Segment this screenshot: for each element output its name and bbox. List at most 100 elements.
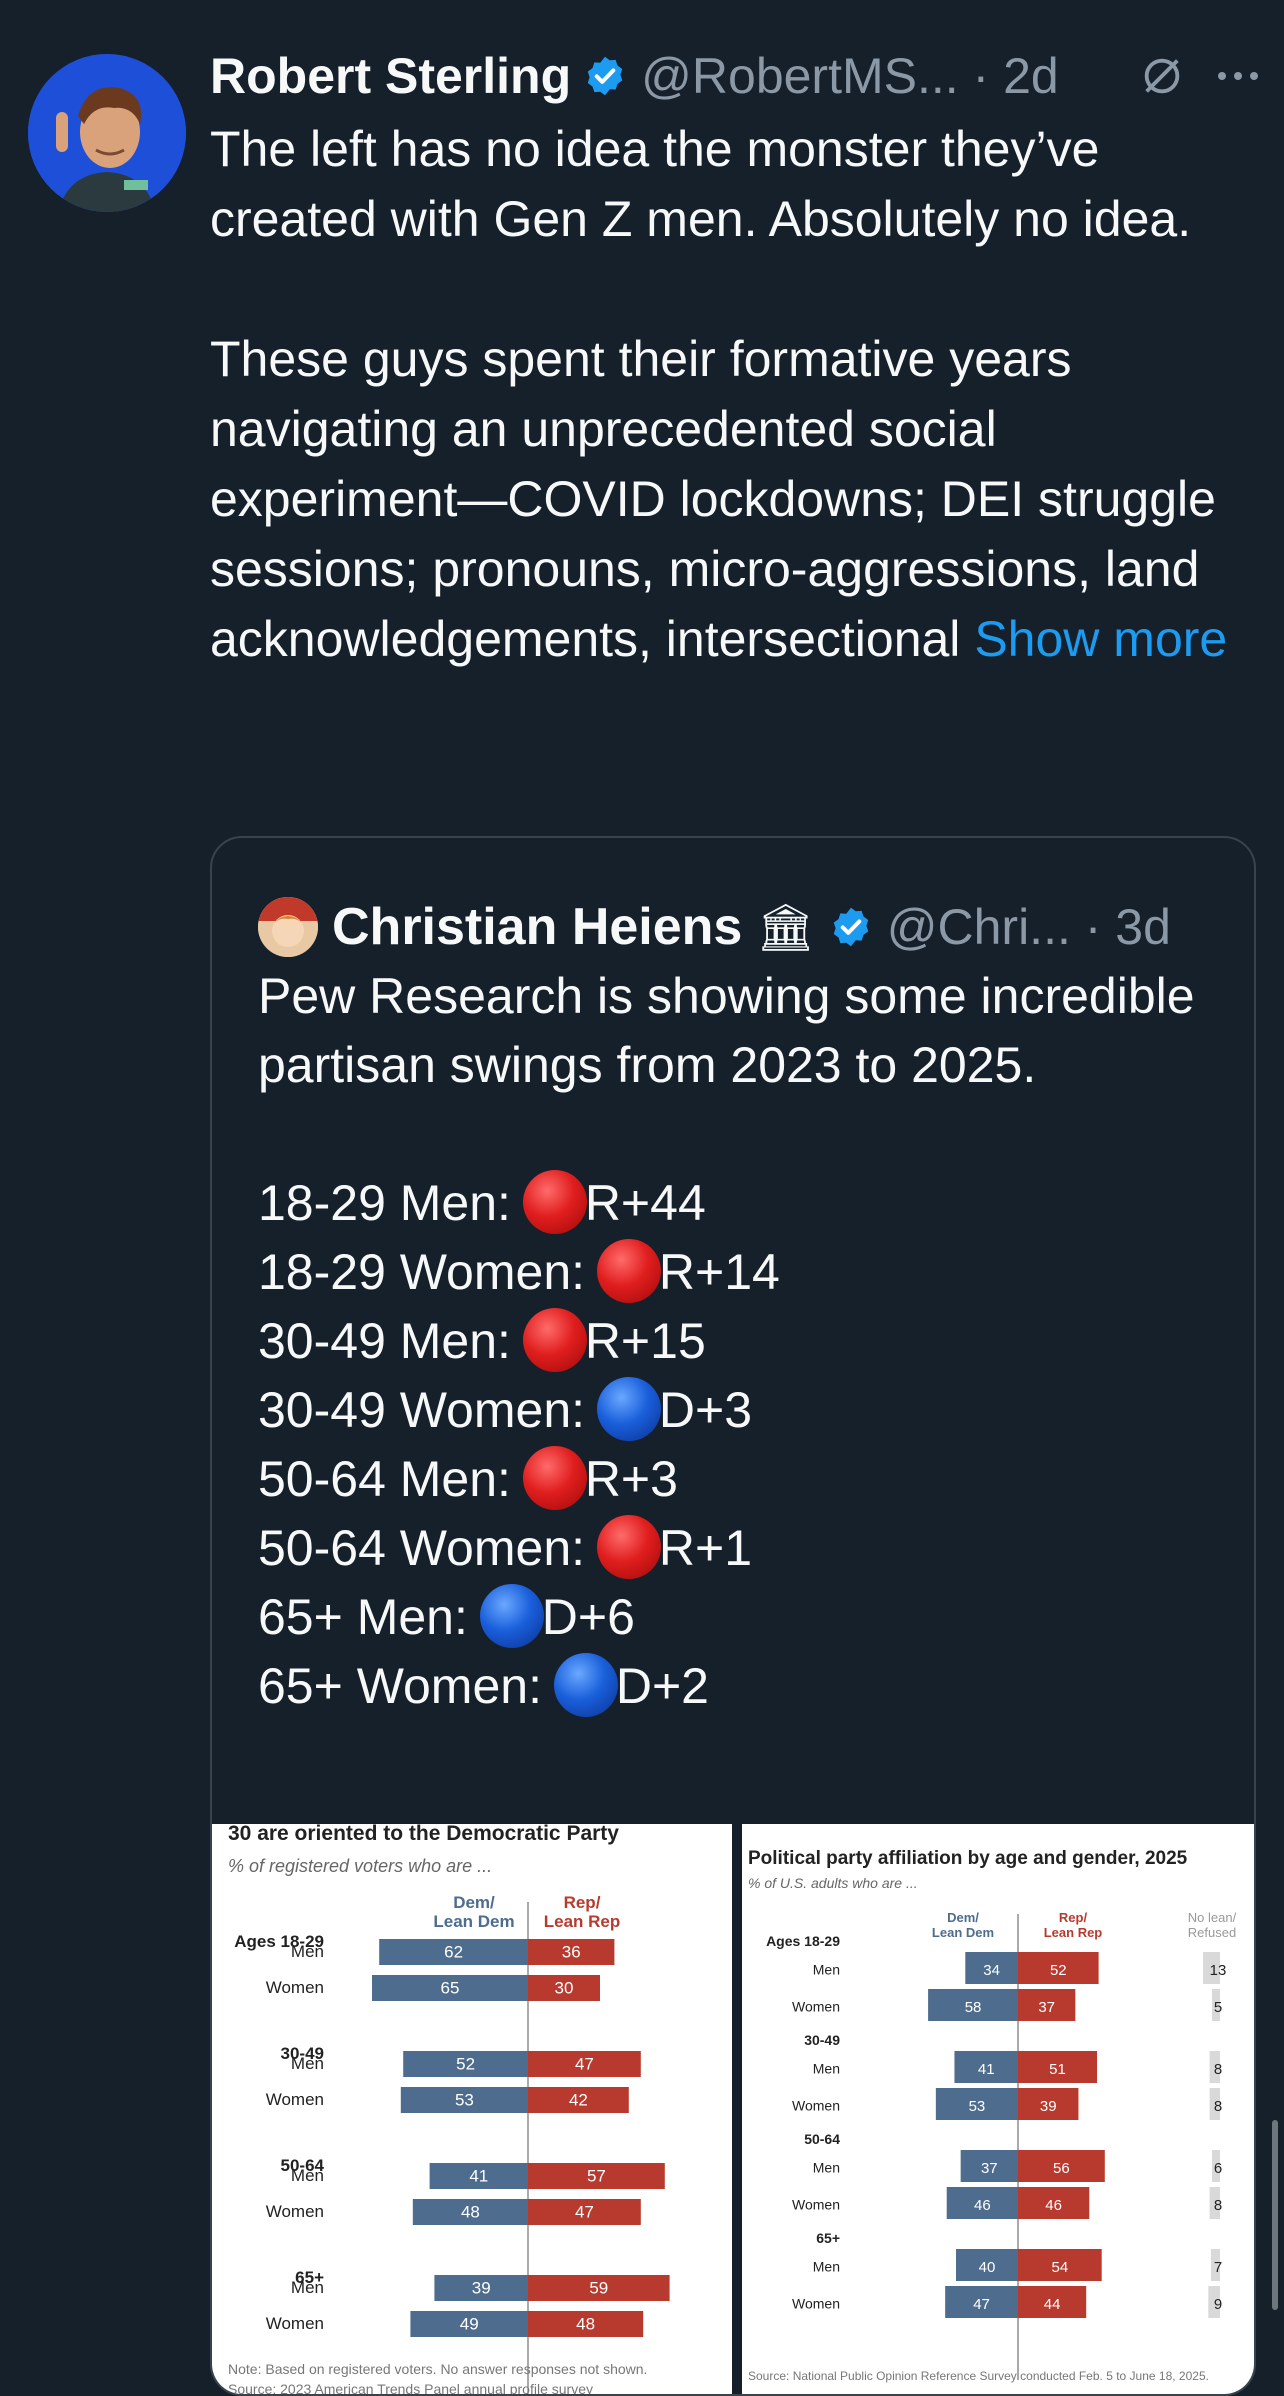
bar-dem-label: 41 xyxy=(469,2167,488,2186)
swing-value: D+3 xyxy=(658,1382,753,1438)
quoted-author-avatar[interactable] xyxy=(258,897,318,957)
swing-line: 30-49 Men: R+15 xyxy=(258,1307,1228,1376)
bar-no-lean-label: 8 xyxy=(1214,2098,1222,2115)
bar-rep-label: 44 xyxy=(1044,2296,1061,2313)
swing-list: 18-29 Men: R+44 18-29 Women: R+14 30-49 Me… xyxy=(258,1169,1228,1721)
bar-dem-label: 62 xyxy=(444,1943,463,1962)
bar-dem-label: 37 xyxy=(981,2160,998,2177)
bar-rep-label: 39 xyxy=(1040,2098,1057,2115)
bar-rep-label: 37 xyxy=(1038,1999,1055,2016)
group-label: 65+ xyxy=(816,2230,840,2246)
bar-dem-label: 53 xyxy=(969,2098,986,2115)
legend-dem: Lean Dem xyxy=(932,1925,994,1940)
chart-image-2025[interactable]: Political party affiliation by age and g… xyxy=(742,1824,1254,2394)
category-label: Men xyxy=(291,2054,324,2073)
bar-rep-label: 56 xyxy=(1053,2160,1070,2177)
legend-dem: Dem/ xyxy=(947,1910,979,1925)
bar-dem-label: 52 xyxy=(456,2055,475,2074)
chart-title: Political party affiliation by age and g… xyxy=(748,1848,1188,1869)
swing-line: 30-49 Women: D+3 xyxy=(258,1376,1228,1445)
chart-source: Source: 2023 American Trends Panel annua… xyxy=(228,2381,593,2396)
bar-rep-label: 48 xyxy=(576,2315,595,2334)
bar-rep-label: 47 xyxy=(575,2203,594,2222)
swing-label: 65+ Men: xyxy=(258,1589,482,1645)
quoted-paragraph-1: Pew Research is showing some incredible … xyxy=(258,968,1195,1093)
more-options-icon[interactable] xyxy=(1206,38,1270,114)
red-circle-icon xyxy=(522,1170,587,1234)
legend-rep: Rep/ xyxy=(564,1893,601,1912)
bar-dem-label: 34 xyxy=(983,1962,1000,1979)
author-name[interactable]: Robert Sterling xyxy=(210,47,571,105)
author-avatar[interactable] xyxy=(28,54,186,212)
chart-2023: 30 are oriented to the Democratic Party%… xyxy=(228,1824,670,2396)
group-label: 30-49 xyxy=(804,2032,840,2048)
author-handle-time[interactable]: @RobertMS... · 2d xyxy=(641,47,1059,105)
category-label: Women xyxy=(266,2090,324,2109)
category-label: Women xyxy=(266,2314,324,2333)
show-more-link[interactable]: Show more xyxy=(974,611,1227,667)
swing-line: 18-29 Men: R+44 xyxy=(258,1169,1228,1238)
bar-rep-label: 57 xyxy=(587,2167,606,2186)
swing-value: R+1 xyxy=(658,1520,753,1576)
bar-no-lean-label: 8 xyxy=(1214,2197,1222,2214)
bar-dem-label: 46 xyxy=(974,2197,991,2214)
bar-dem-label: 48 xyxy=(461,2203,480,2222)
legend-rep: Lean Rep xyxy=(1044,1925,1103,1940)
swing-value: R+44 xyxy=(584,1175,706,1231)
legend-rep: Lean Rep xyxy=(544,1912,621,1931)
avatar-illustration xyxy=(28,54,186,212)
bar-rep-label: 54 xyxy=(1052,2259,1069,2276)
chart-title: 30 are oriented to the Democratic Party xyxy=(228,1824,619,1845)
category-label: Women xyxy=(792,2097,840,2113)
bar-rep-label: 30 xyxy=(555,1979,574,1998)
bar-rep-label: 36 xyxy=(562,1943,581,1962)
category-label: Women xyxy=(792,2196,840,2212)
bar-rep-label: 59 xyxy=(589,2279,608,2298)
bar-dem-label: 58 xyxy=(965,1999,982,2016)
red-circle-icon xyxy=(522,1446,587,1510)
legend-no-lean: No lean/ xyxy=(1188,1910,1237,1925)
bar-rep-label: 46 xyxy=(1045,2197,1062,2214)
swing-label: 30-49 Women: xyxy=(258,1382,599,1438)
bar-rep-label: 42 xyxy=(569,2091,588,2110)
category-label: Men xyxy=(813,2060,840,2076)
verified-badge-icon xyxy=(833,907,868,947)
category-label: Women xyxy=(266,1978,324,1997)
swing-label: 50-64 Men: xyxy=(258,1451,525,1507)
category-label: Men xyxy=(291,2278,324,2297)
tweet-paragraph-2: These guys spent their formative years n… xyxy=(210,324,1240,674)
chart-subtitle: % of registered voters who are ... xyxy=(228,1856,492,1876)
bar-rep-label: 52 xyxy=(1050,1962,1067,1979)
swing-line: 65+ Women: D+2 xyxy=(258,1652,1228,1721)
swing-value: R+15 xyxy=(584,1313,706,1369)
swing-line: 50-64 Women: R+1 xyxy=(258,1514,1228,1583)
grok-icon[interactable] xyxy=(1130,38,1194,114)
group-label: 50-64 xyxy=(804,2131,840,2147)
chart-subtitle: % of U.S. adults who are ... xyxy=(748,1875,918,1891)
swing-line: 18-29 Women: R+14 xyxy=(258,1238,1228,1307)
legend-dem: Lean Dem xyxy=(433,1912,514,1931)
legend-dem: Dem/ xyxy=(453,1893,495,1912)
chart-source: Source: National Public Opinion Referenc… xyxy=(748,2369,1209,2383)
verified-badge-icon xyxy=(587,56,623,96)
category-label: Men xyxy=(291,2166,324,2185)
category-label: Women xyxy=(792,1998,840,2014)
tweet-text: The left has no idea the monster they’ve… xyxy=(210,114,1240,674)
bar-no-lean-label: 9 xyxy=(1214,2296,1222,2313)
bar-rep-label: 47 xyxy=(575,2055,594,2074)
quoted-tweet[interactable]: Christian Heiens 🏛 @Chri... · 3d Pew Res… xyxy=(210,836,1256,2396)
quoted-author-handle-time[interactable]: @Chri... · 3d xyxy=(887,898,1171,956)
quoted-tweet-header: Christian Heiens 🏛 @Chri... · 3d xyxy=(258,884,1171,970)
category-label: Women xyxy=(792,2295,840,2311)
group-label: Ages 18-29 xyxy=(766,1933,840,1949)
legend-no-lean: Refused xyxy=(1188,1925,1236,1940)
chart-image-2023[interactable]: 30 are oriented to the Democratic Party%… xyxy=(212,1824,732,2396)
swing-value: R+14 xyxy=(658,1244,780,1300)
category-label: Men xyxy=(813,2258,840,2274)
bar-no-lean-label: 13 xyxy=(1210,1962,1227,1979)
quoted-tweet-text: Pew Research is showing some incredible … xyxy=(258,962,1228,1721)
quoted-author-name[interactable]: Christian Heiens xyxy=(332,897,742,957)
swing-label: 65+ Women: xyxy=(258,1658,556,1714)
bar-dem-label: 47 xyxy=(973,2296,990,2313)
scrollbar[interactable] xyxy=(1272,2120,1278,2310)
